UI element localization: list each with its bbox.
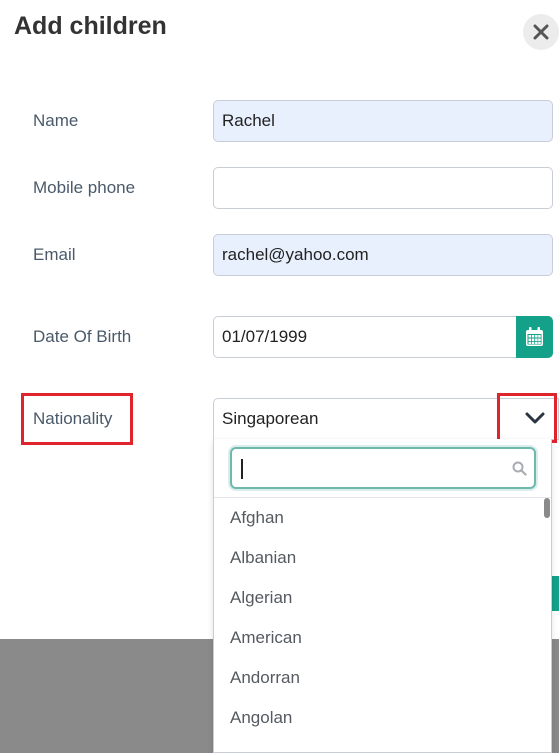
nationality-dropdown: Afghan Albanian Algerian American Andorr… [213, 439, 552, 753]
date-of-birth-label: Date Of Birth [33, 327, 132, 346]
close-button[interactable] [523, 14, 559, 50]
background-button-edge [551, 576, 559, 611]
name-input[interactable]: Rachel [213, 100, 553, 142]
dropdown-toggle-highlight [497, 393, 557, 443]
calendar-icon [526, 327, 543, 346]
email-input[interactable]: rachel@yahoo.com [213, 234, 553, 276]
calendar-button[interactable] [516, 316, 553, 358]
text-caret [241, 459, 243, 479]
nationality-label-highlight [21, 393, 133, 445]
dropdown-option[interactable]: Andorran [230, 658, 300, 698]
dropdown-option[interactable]: American [230, 618, 302, 658]
email-label: Email [33, 245, 76, 264]
dropdown-search-input[interactable] [230, 447, 536, 489]
dropdown-option[interactable]: Afghan [230, 498, 284, 538]
dropdown-scrollbar[interactable] [544, 498, 550, 518]
date-of-birth-input[interactable]: 01/07/1999 [213, 316, 517, 358]
dropdown-option[interactable]: Angolan [230, 698, 292, 738]
name-label: Name [33, 111, 79, 130]
mobile-phone-input[interactable] [213, 167, 553, 209]
dialog-title: Add children [14, 12, 167, 40]
mobile-phone-label: Mobile phone [33, 178, 136, 197]
search-icon [512, 461, 527, 476]
dropdown-option[interactable]: Algerian [230, 578, 292, 618]
close-icon [533, 24, 549, 40]
dropdown-option[interactable]: Albanian [230, 538, 296, 578]
